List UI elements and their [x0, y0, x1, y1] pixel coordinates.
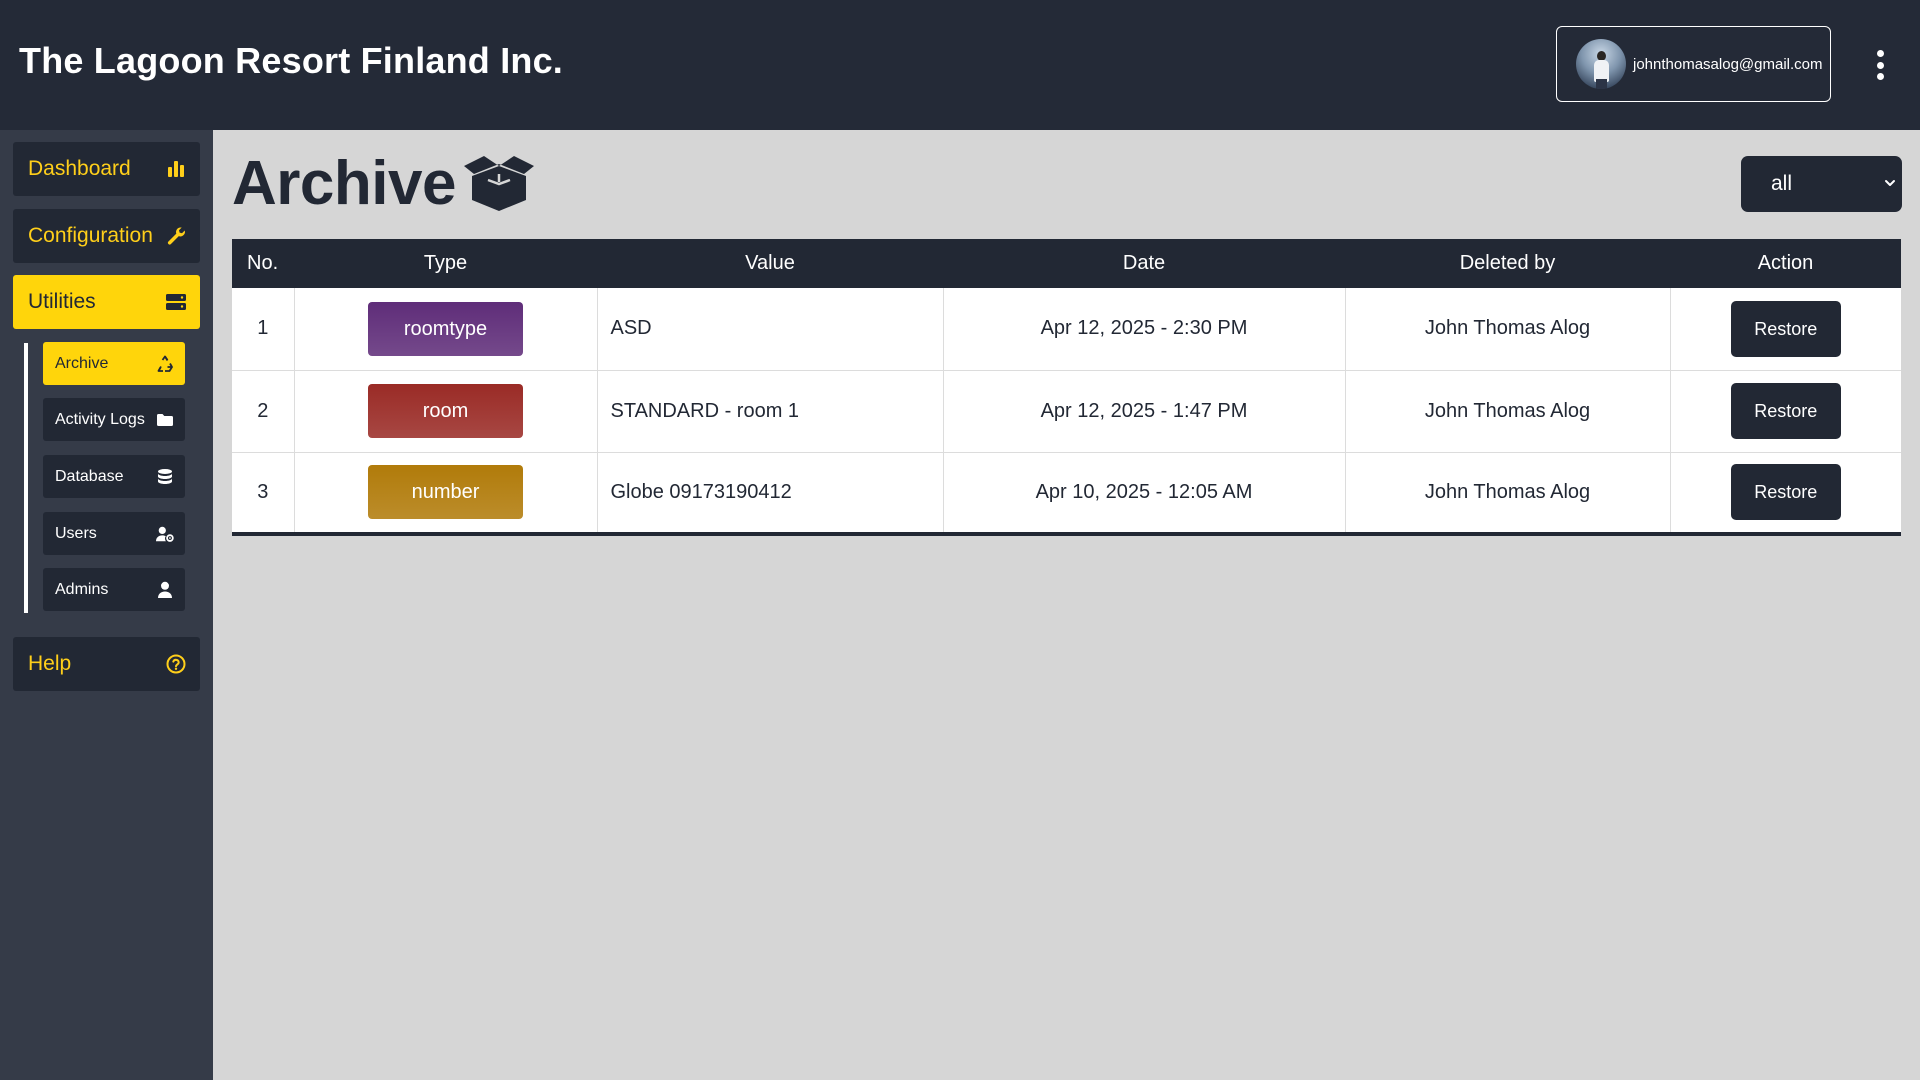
server-icon [166, 292, 186, 312]
sidebar-subitem-archive[interactable]: Archive [43, 342, 185, 385]
user-icon [156, 581, 174, 599]
user-profile-card[interactable]: johnthomasalog@gmail.com [1556, 26, 1831, 102]
type-badge: number [368, 465, 523, 520]
archive-filter-select[interactable]: all [1741, 156, 1902, 212]
question-circle-icon [166, 654, 186, 674]
sidebar-item-configuration[interactable]: Configuration [13, 209, 200, 263]
table-header-row: No. Type Value Date Deleted by Action [232, 239, 1901, 288]
top-bar: The Lagoon Resort Finland Inc. johnthoma… [0, 0, 1920, 130]
sidebar-subitem-label: Activity Logs [55, 410, 145, 428]
row-deleted-by: John Thomas Alog [1345, 452, 1671, 534]
archive-table: No. Type Value Date Deleted by Action 1 … [232, 239, 1901, 536]
sidebar-subitem-label: Admins [55, 580, 109, 598]
row-number: 2 [232, 370, 295, 452]
user-gear-icon [156, 525, 174, 543]
sidebar-subitem-label: Database [55, 467, 124, 485]
bar-chart-icon [166, 159, 186, 179]
row-value: STANDARD - room 1 [597, 370, 944, 452]
sidebar-item-dashboard[interactable]: Dashboard [13, 142, 200, 196]
row-deleted-by: John Thomas Alog [1345, 370, 1671, 452]
column-header-type: Type [423, 252, 468, 274]
row-date: Apr 10, 2025 - 12:05 AM [943, 452, 1346, 534]
chevron-down-icon [1885, 180, 1895, 186]
row-date: Apr 12, 2025 - 2:30 PM [943, 288, 1346, 370]
box-open-icon [462, 154, 536, 212]
folder-icon [156, 411, 174, 429]
table-row: 2 room STANDARD - room 1 Apr 12, 2025 - … [232, 370, 1901, 452]
brand-title: The Lagoon Resort Finland Inc. [19, 40, 564, 81]
column-header-deleted-by: Deleted by [1459, 252, 1556, 274]
row-value: ASD [597, 288, 944, 370]
sidebar-subitem-admins[interactable]: Admins [43, 568, 185, 611]
row-deleted-by: John Thomas Alog [1345, 288, 1671, 370]
row-date: Apr 12, 2025 - 1:47 PM [943, 370, 1346, 452]
sidebar: Dashboard Configuration Utilities Archiv… [0, 130, 213, 1080]
sidebar-subitem-label: Archive [55, 354, 109, 372]
sidebar-item-label: Dashboard [28, 157, 131, 180]
sidebar-subitem-label: Users [55, 524, 97, 542]
sidebar-subitem-activity-logs[interactable]: Activity Logs [43, 398, 185, 441]
sidebar-item-label: Utilities [28, 290, 96, 313]
page-title: Archive [232, 149, 456, 218]
table-row: 1 roomtype ASD Apr 12, 2025 - 2:30 PM Jo… [232, 288, 1901, 370]
wrench-icon [166, 226, 186, 246]
sidebar-subitem-database[interactable]: Database [43, 455, 185, 498]
avatar [1576, 39, 1626, 89]
user-email: johnthomasalog@gmail.com [1633, 55, 1823, 73]
recycle-icon [156, 355, 174, 373]
column-header-no: No. [247, 252, 279, 274]
table-row: 3 number Globe 09173190412 Apr 10, 2025 … [232, 452, 1901, 534]
type-badge: roomtype [368, 301, 523, 356]
row-number: 1 [232, 288, 295, 370]
sidebar-subitem-users[interactable]: Users [43, 512, 185, 555]
sidebar-item-utilities[interactable]: Utilities [13, 275, 200, 329]
type-badge: room [368, 384, 523, 438]
row-value: Globe 09173190412 [597, 452, 944, 534]
subnav-divider [24, 343, 28, 613]
column-header-value: Value [745, 252, 795, 274]
restore-button[interactable]: Restore [1730, 300, 1841, 357]
more-options-icon[interactable] [1870, 50, 1890, 80]
sidebar-item-help[interactable]: Help [13, 637, 200, 691]
sidebar-item-label: Help [28, 652, 72, 675]
filter-selected-value: all [1771, 172, 1793, 195]
restore-button[interactable]: Restore [1730, 383, 1841, 439]
row-number: 3 [232, 452, 295, 534]
column-header-action: Action [1757, 252, 1814, 274]
database-icon [156, 468, 174, 486]
column-header-date: Date [1122, 252, 1166, 274]
sidebar-item-label: Configuration [28, 224, 153, 247]
restore-button[interactable]: Restore [1730, 464, 1841, 521]
